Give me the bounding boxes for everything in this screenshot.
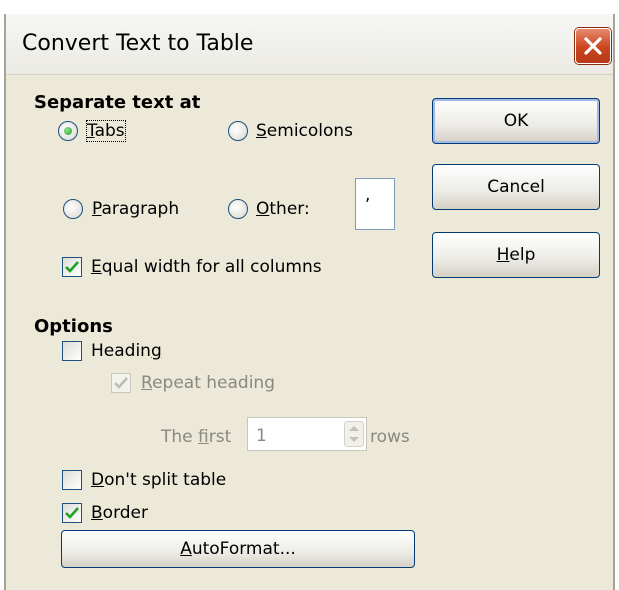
repeat-heading-checkbox[interactable] [111,373,131,393]
tabs-radio[interactable] [58,121,78,141]
separate-text-group-title: Separate text at [34,92,201,113]
border-label-rest: order [102,503,149,523]
close-button[interactable] [575,28,611,64]
ok-button[interactable]: OK [432,98,600,144]
dialog-title: Convert Text to Table [22,31,254,56]
close-icon [584,37,602,55]
heading-label[interactable]: Heading [91,341,162,361]
dont-split-label[interactable]: Don't split table [91,470,226,490]
help-button[interactable]: Help [432,232,600,278]
tabs-mnemonic: T [87,121,95,141]
first-rows-spinbox[interactable]: 1 [247,417,367,451]
border-checkbox[interactable] [62,503,82,523]
semicolons-radio-label[interactable]: Semicolons [256,121,353,141]
equal-width-mnemonic: E [91,257,102,277]
equal-width-label-rest: qual width for all columns [101,257,322,277]
autoformat-label-rest: utoFormat... [191,539,296,559]
semicolons-radio[interactable] [228,121,248,141]
help-mnemonic: H [496,245,510,265]
paragraph-radio[interactable] [63,199,83,219]
heading-mnemonic: g [150,341,162,361]
equal-width-label[interactable]: Equal width for all columns [91,257,322,277]
convert-text-to-table-dialog: Convert Text to Table Separate text at T… [4,14,615,590]
help-label-rest: elp [509,245,536,265]
paragraph-mnemonic: P [92,199,102,219]
semicolons-label-rest: emicolons [266,121,354,141]
border-label[interactable]: Border [91,503,148,523]
other-label-rest: ther: [269,199,310,219]
other-separator-input[interactable]: , [355,178,395,230]
first-rows-suffix: rows [370,427,410,447]
paragraph-label-rest: aragraph [101,199,180,219]
spin-arrows-icon[interactable] [344,421,364,447]
title-bar[interactable]: Convert Text to Table [6,14,613,75]
other-radio-label[interactable]: Other: [256,199,310,219]
other-radio[interactable] [228,199,248,219]
first-rows-prefix: The first [161,427,231,447]
dont-split-checkbox[interactable] [62,470,82,490]
first-rows-prefix-end: irst [208,427,232,447]
first-rows-value: 1 [256,426,267,446]
checkmark-icon [65,261,79,273]
semicolons-mnemonic: S [256,121,267,141]
tabs-label-rest: abs [94,121,125,141]
repeat-heading-label-rest: epeat heading [152,373,275,393]
autoformat-mnemonic: A [180,539,192,559]
paragraph-radio-label[interactable]: Paragraph [92,199,179,219]
equal-width-checkbox[interactable] [62,257,82,277]
heading-checkbox[interactable] [62,341,82,361]
first-rows-prefix-start: The [161,427,199,447]
dont-split-label-rest: on't split table [104,470,227,490]
repeat-heading-mnemonic: R [141,373,153,393]
checkmark-icon [114,377,128,389]
tabs-radio-label[interactable]: Tabs [86,120,126,142]
heading-label-rest: Headin [91,341,151,361]
dont-split-mnemonic: D [91,470,105,490]
border-mnemonic: B [91,503,103,523]
checkmark-icon [65,507,79,519]
autoformat-button[interactable]: AutoFormat... [61,530,415,568]
repeat-heading-label[interactable]: Repeat heading [141,373,275,393]
radio-selected-dot [64,127,72,135]
first-rows-mnemonic: f [198,427,209,447]
options-group-title: Options [34,316,113,337]
other-mnemonic: O [256,199,270,219]
cancel-button[interactable]: Cancel [432,164,600,210]
